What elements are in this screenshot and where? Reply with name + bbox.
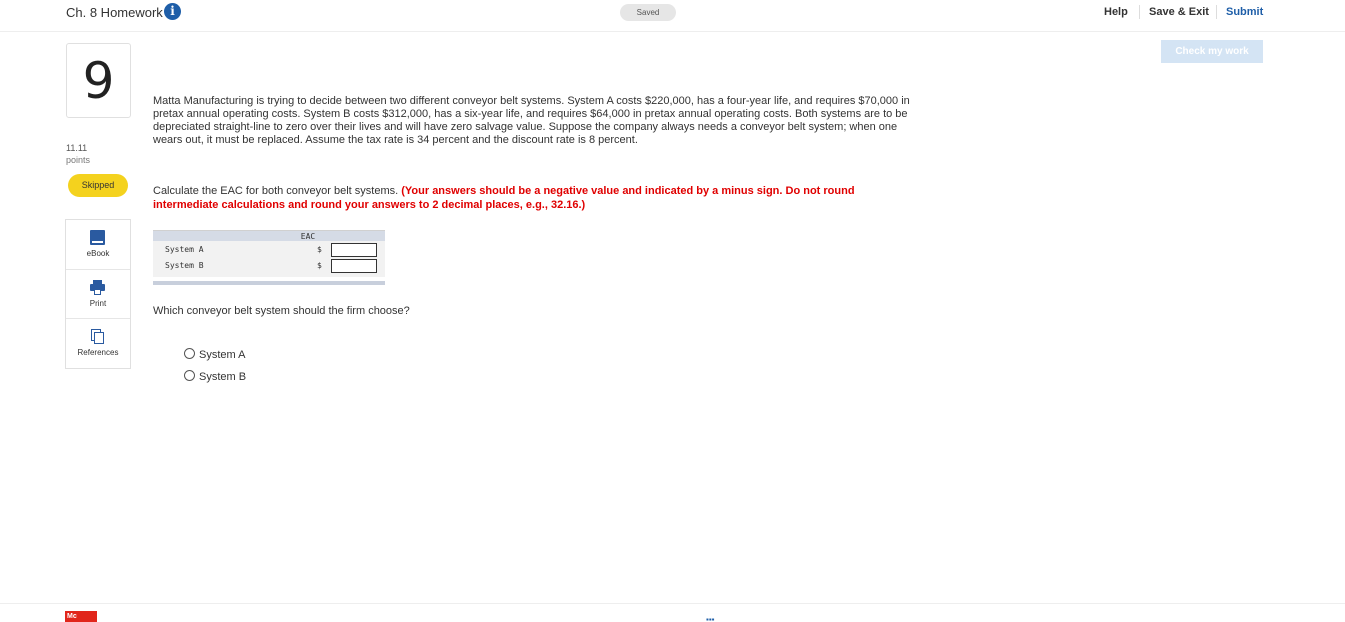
eac-system-b-input[interactable]: [331, 259, 377, 273]
page-indicator: ▪▪▪: [706, 615, 715, 622]
footer-bar: [0, 603, 1345, 622]
row-label: System B: [165, 261, 204, 270]
book-icon: [90, 230, 105, 245]
status-badge: Skipped: [68, 174, 128, 197]
printer-icon: [90, 280, 105, 295]
radio-button[interactable]: [184, 370, 195, 381]
divider: [1139, 5, 1140, 19]
eac-column-header: EAC: [300, 232, 316, 241]
help-link[interactable]: Help: [1104, 6, 1128, 18]
saved-status-badge: Saved: [620, 4, 676, 21]
print-button[interactable]: Print: [66, 269, 130, 318]
currency-symbol: $: [317, 261, 322, 270]
instruction-text: Calculate the EAC for both conveyor belt…: [153, 184, 913, 212]
table-header: EAC: [153, 231, 385, 241]
radio-button[interactable]: [184, 348, 195, 359]
info-icon[interactable]: i: [164, 3, 181, 20]
references-label: References: [77, 348, 119, 357]
save-exit-link[interactable]: Save & Exit: [1149, 6, 1209, 18]
eac-system-a-input[interactable]: [331, 243, 377, 257]
option-label: System B: [199, 371, 247, 383]
assignment-title: Ch. 8 Homework: [66, 5, 163, 20]
ebook-label: eBook: [86, 249, 110, 258]
copy-icon: [90, 329, 105, 344]
table-footer-bar: [153, 281, 385, 285]
submit-link[interactable]: Submit: [1226, 6, 1263, 18]
references-button[interactable]: References: [66, 318, 130, 367]
points-label: points: [66, 155, 91, 165]
print-label: Print: [89, 299, 107, 308]
instruction-plain: Calculate the EAC for both conveyor belt…: [153, 185, 402, 197]
table-row: System A $: [153, 242, 385, 258]
resources-panel: eBook Print References: [65, 219, 131, 369]
choice-question: Which conveyor belt system should the fi…: [153, 305, 410, 317]
eac-table: EAC System A $ System B $: [153, 230, 385, 277]
mcgraw-hill-logo: Mc: [65, 611, 97, 622]
row-label: System A: [165, 245, 204, 254]
ebook-button[interactable]: eBook: [66, 220, 130, 269]
option-label: System A: [199, 349, 246, 361]
divider: [1216, 5, 1217, 19]
question-text: Matta Manufacturing is trying to decide …: [153, 95, 910, 146]
points-value: 11.11: [66, 143, 88, 153]
currency-symbol: $: [317, 245, 322, 254]
option-system-a[interactable]: System A: [184, 348, 245, 361]
option-system-b[interactable]: System B: [184, 370, 246, 383]
question-number: 9: [66, 43, 131, 118]
check-my-work-button[interactable]: Check my work: [1161, 40, 1263, 63]
table-row: System B $: [153, 258, 385, 274]
